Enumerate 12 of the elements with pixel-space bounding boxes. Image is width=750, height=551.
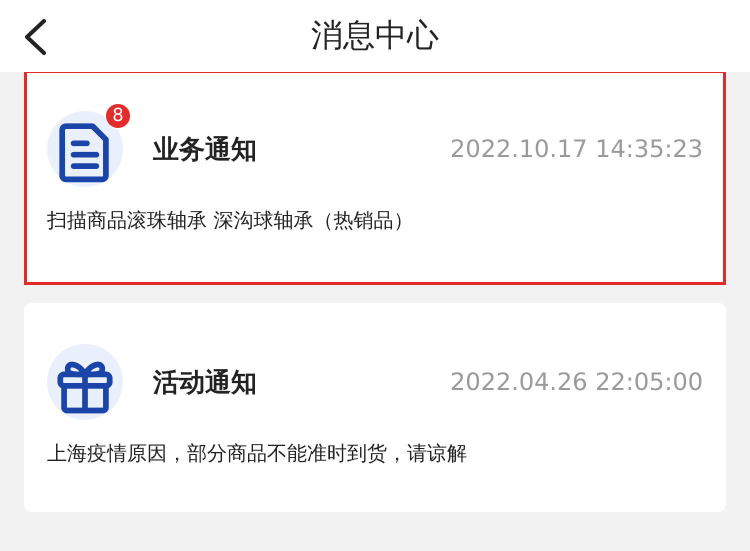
message-title: 业务通知 bbox=[153, 134, 257, 166]
count-badge: 8 bbox=[105, 103, 131, 129]
message-card[interactable]: 8 业务通知 2022.10.17 14:35:23 扫描商品滚珠轴承 深沟球轴承（热销品） bbox=[24, 70, 726, 285]
message-title: 活动通知 bbox=[153, 366, 257, 400]
message-card[interactable]: 活动通知 2022.04.26 22:05:00 上海疫情原因，部分商品不能准时到货，请谅解 bbox=[24, 303, 726, 512]
message-time: 2022.10.17 14:35:23 bbox=[450, 135, 703, 163]
message-text: 扫描商品滚珠轴承 深沟球轴承（热销品） bbox=[47, 207, 414, 234]
message-time: 2022.04.26 22:05:00 bbox=[450, 368, 703, 396]
page-title: 消息中心 bbox=[311, 15, 439, 56]
back-icon[interactable] bbox=[22, 18, 48, 56]
message-text: 上海疫情原因，部分商品不能准时到货，请谅解 bbox=[47, 440, 468, 467]
gift-icon bbox=[47, 344, 123, 420]
